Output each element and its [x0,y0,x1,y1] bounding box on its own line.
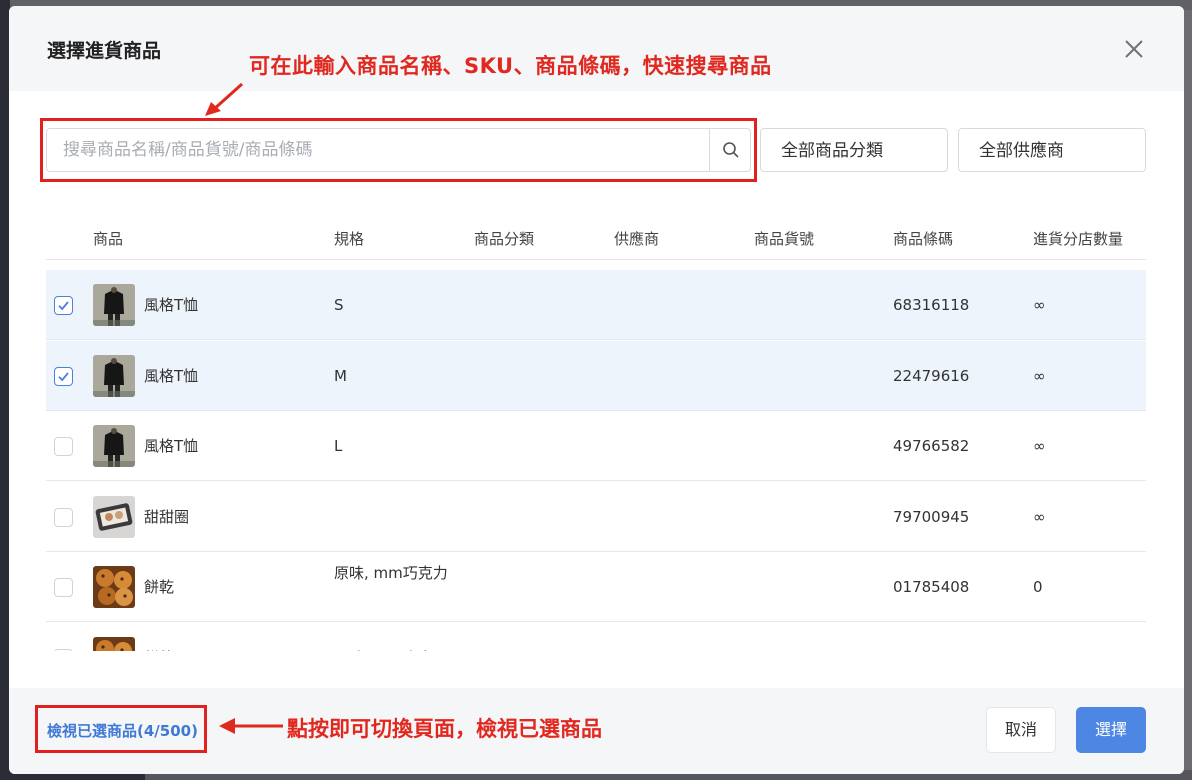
product-barcode: 49766582 [893,437,970,455]
row-checkbox[interactable] [54,648,73,651]
search-icon [722,142,739,158]
search-button[interactable] [709,129,751,171]
branch-quantity: 0 [1033,578,1043,596]
modal-title: 選擇進貨商品 [47,40,162,62]
product-name: 餅乾 [144,646,174,652]
modal-header: 選擇進貨商品 可在此輸入商品名稱、SKU、商品條碼，快速搜尋商品 [9,6,1184,91]
branch-quantity: ∞ [1033,296,1046,314]
product-spec: 原味, mm巧克力 [334,564,448,582]
table-header: 商品 規格 商品分類 供應商 商品貨號 商品條碼 進貨分店數量 [46,216,1146,260]
header-category: 商品分類 [474,230,535,248]
checkmark-icon [58,371,69,381]
row-checkbox[interactable] [54,366,73,386]
product-barcode: 01785408 [893,578,970,596]
product-barcode: 79700945 [893,507,970,526]
product-name: 風格T恤 [144,437,199,455]
branch-quantity: 1002 [1033,646,1071,652]
table-row[interactable]: 甜甜圈 79700945 ∞ [46,482,1146,552]
search-input[interactable] [48,130,708,170]
cancel-button[interactable]: 取消 [986,707,1056,753]
branch-quantity: ∞ [1033,507,1046,526]
annotation-view-selected-hint: 點按即可切換頁面，檢視已選商品 [287,717,602,741]
product-name: 餅乾 [144,578,175,596]
annotation-search-hint: 可在此輸入商品名稱、SKU、商品條碼，快速搜尋商品 [249,54,772,78]
header-barcode: 商品條碼 [893,230,954,248]
table-row[interactable]: 餅乾 原味, mm巧克力 01785408 0 [46,552,1146,622]
product-spec: L [334,437,343,455]
annotation-arrow-icon [219,718,283,734]
product-table: 商品 規格 商品分類 供應商 商品貨號 商品條碼 進貨分店數量 風格T恤 S 683… [46,216,1146,651]
header-product: 商品 [93,230,124,248]
header-spec: 規格 [334,230,365,248]
product-thumbnail [93,354,135,397]
row-checkbox[interactable] [54,437,73,456]
product-thumbnail [93,495,135,538]
table-row[interactable]: 餅乾 原味, 黑巧克力 88540095 1002 [46,623,1146,652]
branch-quantity: ∞ [1033,437,1046,455]
table-row[interactable]: 風格T恤 L 49766582 ∞ [46,411,1146,481]
product-barcode: 22479616 [893,366,970,385]
table-row[interactable]: 風格T恤 S 68316118 ∞ [46,270,1146,340]
select-button[interactable]: 選擇 [1076,707,1146,753]
category-filter-dropdown[interactable]: 全部商品分類 [760,128,948,172]
close-button[interactable] [1119,34,1149,64]
product-thumbnail [93,425,135,467]
branch-quantity: ∞ [1033,366,1046,385]
product-name: 風格T恤 [144,366,199,385]
header-qty: 進貨分店數量 [1033,230,1124,248]
annotation-arrow-icon [205,82,244,116]
header-item-no: 商品貨號 [754,230,815,248]
modal-footer: 檢視已選商品(4/500) 點按即可切換頁面，檢視已選商品 取消 選擇 [9,688,1184,774]
product-name: 風格T恤 [144,296,199,314]
row-checkbox[interactable] [54,578,73,597]
product-spec: S [334,296,344,314]
select-product-modal: 選擇進貨商品 可在此輸入商品名稱、SKU、商品條碼，快速搜尋商品 全部商品分類 … [9,6,1184,774]
product-thumbnail [93,566,135,608]
supplier-filter-dropdown[interactable]: 全部供應商 [958,128,1146,172]
product-name: 甜甜圈 [144,507,190,526]
close-icon [1125,40,1143,58]
product-barcode: 88540095 [893,646,969,652]
checkmark-icon [58,301,69,311]
product-barcode: 68316118 [893,296,970,314]
product-spec: M [334,366,347,385]
view-selected-link[interactable]: 檢視已選商品(4/500) [47,720,198,741]
product-thumbnail [93,636,135,651]
row-checkbox[interactable] [54,296,73,315]
product-thumbnail [93,284,135,326]
product-spec: 原味, 黑巧克力 [334,646,454,652]
table-row[interactable]: 風格T恤 M 22479616 ∞ [46,340,1146,411]
search-box [46,128,751,172]
row-checkbox[interactable] [54,507,73,527]
header-supplier: 供應商 [614,230,660,248]
